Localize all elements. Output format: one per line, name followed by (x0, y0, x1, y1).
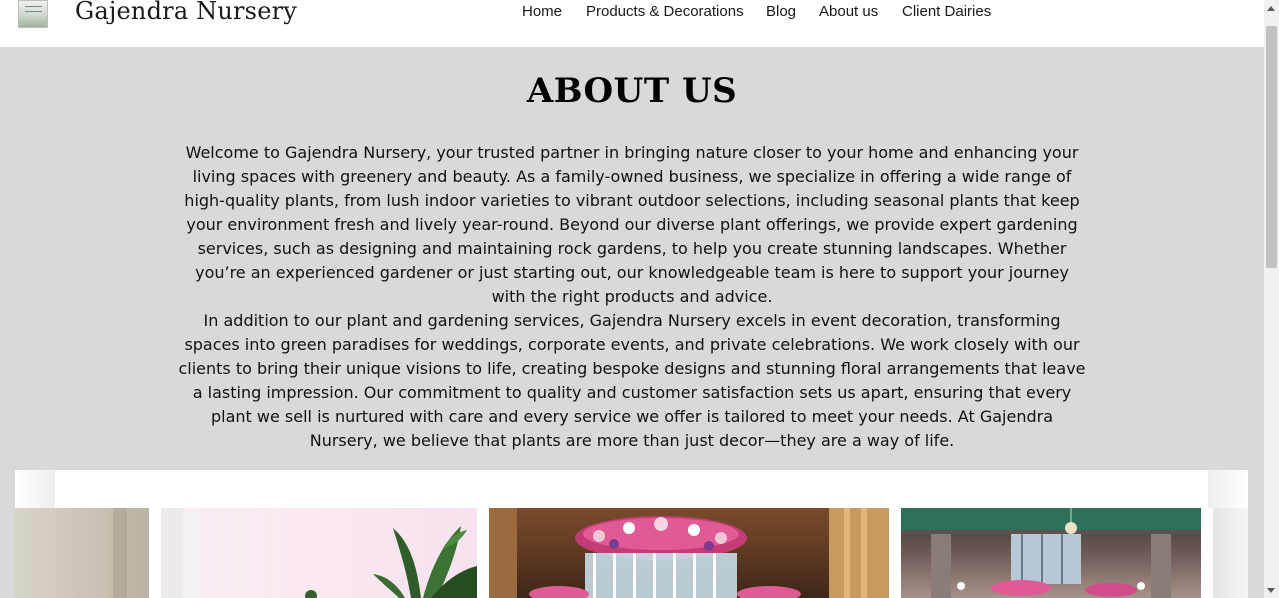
gallery-photo-2[interactable] (161, 508, 477, 598)
nav-link-blog[interactable]: Blog (766, 3, 796, 20)
nav-link-client-dairies[interactable]: Client Dairies (902, 3, 991, 20)
scrollbar-thumb[interactable] (1266, 26, 1277, 268)
floral-stage-illustration (489, 508, 889, 598)
gallery-photo-5[interactable] (1213, 508, 1248, 598)
nav-link-home[interactable]: Home (522, 3, 562, 20)
gallery-fade-right (1208, 470, 1248, 508)
nav-link-products-decorations[interactable]: Products & Decorations (586, 3, 744, 20)
about-paragraph-2: In addition to our plant and gardening s… (178, 311, 1086, 450)
gallery-photo-4[interactable] (901, 508, 1201, 598)
scroll-down-arrow-icon[interactable] (1267, 588, 1275, 593)
potted-plant-illustration (161, 508, 477, 598)
photo-gallery (15, 470, 1248, 598)
about-paragraph-1: Welcome to Gajendra Nursery, your truste… (184, 143, 1080, 306)
top-navbar: Gajendra Nursery Home Products & Decorat… (0, 0, 1264, 47)
gallery-fade-left (15, 470, 55, 508)
page-title: ABOUT US (526, 71, 738, 111)
brand-name[interactable]: Gajendra Nursery (75, 0, 297, 25)
scroll-up-arrow-icon[interactable] (1267, 6, 1275, 11)
event-hall-illustration (901, 508, 1201, 598)
nav-link-about-us[interactable]: About us (819, 3, 878, 20)
about-text: Welcome to Gajendra Nursery, your truste… (176, 141, 1088, 453)
logo-image[interactable] (18, 0, 48, 28)
gallery-photo-1[interactable] (15, 508, 149, 598)
page-scrollbar[interactable] (1264, 0, 1279, 598)
gallery-photo-3[interactable] (489, 508, 889, 598)
